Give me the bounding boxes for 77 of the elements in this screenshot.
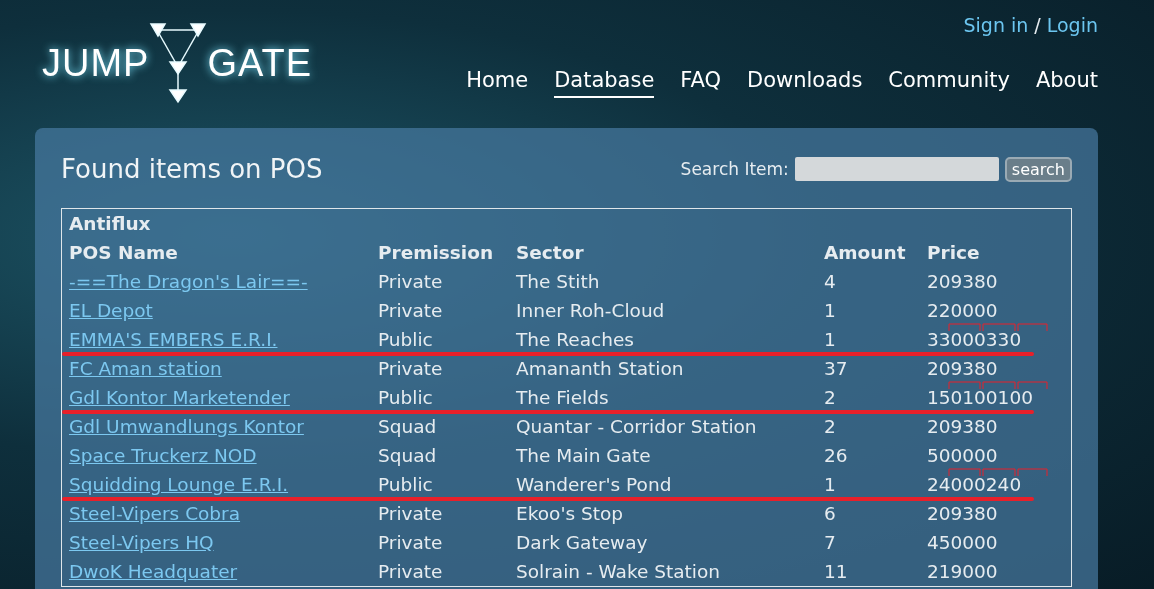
page-title: Found items on POS bbox=[61, 154, 323, 184]
sign-in-link[interactable]: Sign in bbox=[963, 14, 1029, 36]
table-cell: 33000330 bbox=[920, 325, 1072, 354]
column-header: POS Name bbox=[61, 238, 371, 267]
pos-link[interactable]: Steel-Vipers Cobra bbox=[69, 503, 241, 524]
table-cell: Solrain - Wake Station bbox=[509, 557, 817, 587]
table-cell-text: Wanderer's Pond bbox=[515, 473, 673, 497]
table-cell-text: 2 bbox=[823, 386, 837, 410]
search-label: Search Item: bbox=[680, 159, 789, 179]
logo-text: JUMP bbox=[42, 41, 150, 85]
table-cell-text: Dark Gateway bbox=[515, 531, 649, 555]
table-cell-text: 37 bbox=[823, 357, 849, 381]
table-cell-text: Private bbox=[377, 270, 444, 294]
triangle-logo-icon bbox=[149, 22, 208, 104]
pos-link[interactable]: Gdl Kontor Marketender bbox=[69, 387, 290, 408]
table-cell-text: The Fields bbox=[515, 386, 610, 410]
item-name: Antiflux bbox=[61, 208, 1072, 238]
table-cell-text: Private bbox=[377, 502, 444, 526]
column-header: Sector bbox=[515, 241, 585, 265]
table-cell: 11 bbox=[817, 557, 920, 587]
table-cell-text: Private bbox=[377, 357, 444, 381]
pos-link[interactable]: Gdl Umwandlungs Kontor bbox=[69, 416, 304, 437]
table-cell-text: Private bbox=[377, 531, 444, 555]
separator: / bbox=[1034, 14, 1041, 36]
nav-item[interactable]: FAQ bbox=[680, 68, 722, 98]
table-cell: 150100100 bbox=[920, 383, 1072, 412]
table-cell-text: The Stith bbox=[515, 270, 601, 294]
pos-link[interactable]: Steel-Vipers HQ bbox=[69, 532, 214, 553]
pos-link[interactable]: EMMA'S EMBERS E.R.I. bbox=[69, 329, 278, 350]
table-cell: 450000 bbox=[920, 528, 1072, 557]
nav-item[interactable]: Home bbox=[466, 68, 529, 98]
column-header: Premission bbox=[377, 241, 495, 265]
table-cell-text: Inner Roh-Cloud bbox=[515, 299, 666, 323]
table-cell-text: 1 bbox=[823, 328, 837, 352]
table-cell-text: Ekoo's Stop bbox=[515, 502, 625, 526]
table-cell-text: 26 bbox=[823, 444, 849, 468]
table-cell-text: 1 bbox=[823, 299, 837, 323]
nav-item[interactable]: Database bbox=[554, 68, 655, 98]
pos-link[interactable]: EL Depot bbox=[69, 300, 153, 321]
table-cell: 209380 bbox=[920, 267, 1072, 296]
login-link[interactable]: Login bbox=[1046, 14, 1098, 36]
table-cell-text: The Main Gate bbox=[515, 444, 652, 468]
nav-item[interactable]: Downloads bbox=[747, 68, 863, 98]
column-header: Amount bbox=[823, 241, 907, 265]
pos-link[interactable]: DwoK Headquater bbox=[69, 561, 238, 582]
table-cell-text: 1 bbox=[823, 473, 837, 497]
table-cell-text: 4 bbox=[823, 270, 837, 294]
table-cell-text: Public bbox=[377, 473, 434, 497]
table-cell: Private bbox=[371, 557, 509, 587]
pos-link[interactable]: Squidding Lounge E.R.I. bbox=[69, 474, 289, 495]
pos-link[interactable]: FC Aman station bbox=[69, 358, 222, 379]
table-cell: 220000 bbox=[920, 296, 1072, 325]
table-cell: 24000240 bbox=[920, 470, 1072, 499]
logo-text: GATE bbox=[207, 41, 313, 85]
table-cell-text: Amananth Station bbox=[515, 357, 685, 381]
table-cell-text: Public bbox=[377, 386, 434, 410]
table-cell: 500000 bbox=[920, 441, 1072, 470]
table-cell: 219000 bbox=[920, 557, 1072, 587]
table-cell-text: 2 bbox=[823, 415, 837, 439]
table-cell-text: Squad bbox=[377, 415, 438, 439]
nav-item[interactable]: About bbox=[1035, 68, 1098, 98]
table-cell-text: The Reaches bbox=[515, 328, 635, 352]
table-cell-text: Squad bbox=[377, 444, 438, 468]
table-cell-text: 7 bbox=[823, 531, 837, 555]
nav-item[interactable]: Community bbox=[888, 68, 1010, 98]
table-cell-text: Quantar - Corridor Station bbox=[515, 415, 758, 439]
pos-link[interactable]: -==The Dragon's Lair==- bbox=[69, 271, 308, 292]
table-cell-text: Private bbox=[377, 299, 444, 323]
pos-link[interactable]: Space Truckerz NOD bbox=[69, 445, 257, 466]
search-button[interactable]: search bbox=[1004, 156, 1072, 182]
table-cell-text: 6 bbox=[823, 502, 837, 526]
column-header: Price bbox=[920, 238, 1072, 267]
search-field[interactable] bbox=[794, 157, 999, 181]
table-cell: 209380 bbox=[920, 412, 1072, 441]
table-cell: 209380 bbox=[920, 499, 1072, 528]
table-cell-text: Public bbox=[377, 328, 434, 352]
table-cell: 209380 bbox=[920, 354, 1072, 383]
